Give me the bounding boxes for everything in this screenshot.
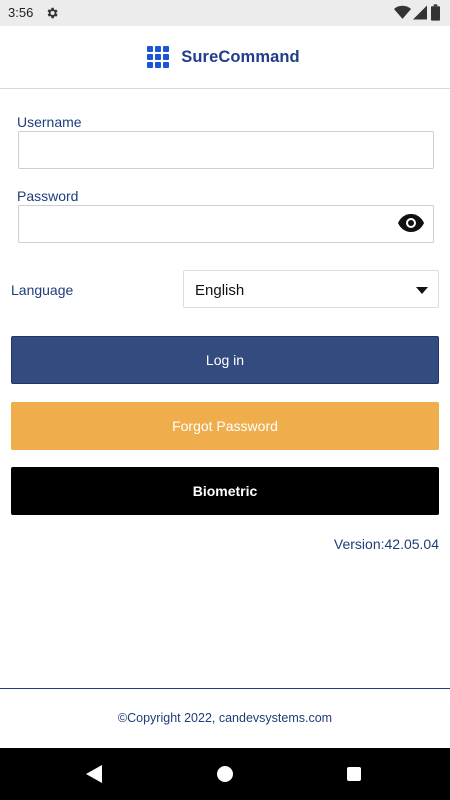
dropdown-arrow-icon [416,287,428,294]
forgot-password-button[interactable]: Forgot Password [11,402,439,450]
copyright-text: ©Copyright 2022, candevsystems.com [117,711,333,725]
app-header: SureCommand [0,26,450,89]
status-bar: 3:56 [0,0,450,26]
gear-icon [47,7,58,19]
language-label: Language [11,282,74,298]
signal-icon [413,5,427,20]
forgot-password-button-label: Forgot Password [172,418,278,434]
grid-icon [147,46,170,68]
battery-icon [431,4,440,21]
navigation-bar [0,748,450,800]
login-button-label: Log in [205,352,245,368]
version-text: Version:42.05.04 [333,536,439,552]
password-label: Password [17,188,79,204]
biometric-button-label: Biometric [192,483,258,499]
login-button[interactable]: Log in [11,336,439,384]
recents-icon[interactable] [347,767,361,781]
footer-divider [0,688,450,689]
app-title: SureCommand [181,47,300,66]
username-input[interactable] [18,131,434,169]
username-label: Username [17,114,82,130]
home-icon[interactable] [217,766,233,782]
status-time: 3:56 [8,5,34,20]
language-selected-value: English [195,282,245,299]
wifi-icon [394,5,411,19]
biometric-button[interactable]: Biometric [11,467,439,515]
eye-icon[interactable] [398,214,424,232]
password-input[interactable] [18,205,434,243]
language-select[interactable]: English [183,270,439,308]
back-icon[interactable] [86,765,102,783]
